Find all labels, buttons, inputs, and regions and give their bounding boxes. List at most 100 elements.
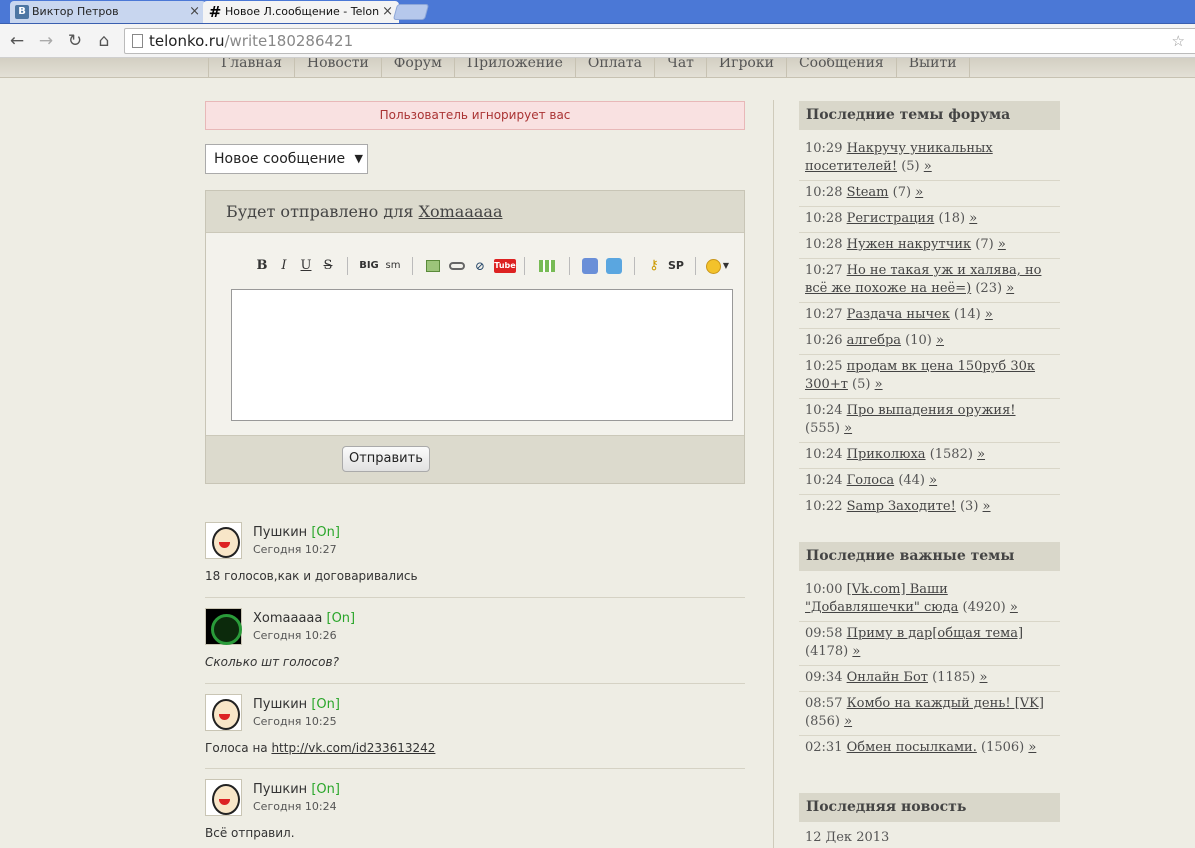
bookmark-star-icon[interactable]: ☆ (1172, 29, 1185, 53)
forward-arrow-icon[interactable]: → (35, 30, 57, 52)
smiley-icon[interactable] (706, 258, 721, 274)
message-author: Пушкин [On] (253, 525, 340, 540)
topic-link[interactable]: Раздача нычек (847, 307, 950, 322)
spoiler-icon[interactable]: SP (665, 257, 687, 275)
message-time: Сегодня 10:24 (253, 800, 337, 813)
last-post-link[interactable]: » (1010, 600, 1018, 615)
nav-item[interactable]: Новости (293, 58, 381, 77)
last-post-link[interactable]: » (936, 333, 944, 348)
last-post-link[interactable]: » (844, 714, 852, 729)
avatar[interactable] (205, 779, 242, 816)
ignore-alert: Пользователь игнорирует вас (205, 101, 745, 130)
message-textarea[interactable] (231, 289, 733, 421)
last-post-link[interactable]: » (998, 237, 1006, 252)
nav-item[interactable]: Оплата (574, 58, 654, 77)
home-icon[interactable]: ⌂ (93, 30, 115, 52)
last-post-link[interactable]: » (977, 447, 985, 462)
last-post-link[interactable]: » (915, 185, 923, 200)
important-topics-list: 10:00 [Vk.com] Ваши "Добавляшечки" сюда … (799, 578, 1060, 761)
author-name[interactable]: Пушкин (253, 525, 307, 540)
key-icon[interactable]: ⚷ (643, 257, 665, 275)
tab-close-icon[interactable]: × (189, 1, 200, 23)
topic-time: 10:22 (805, 499, 843, 514)
nav-item[interactable]: Главная (208, 58, 294, 77)
nav-item[interactable]: Сообщения (785, 58, 896, 77)
news-heading: Последняя новость (799, 793, 1060, 822)
italic-icon[interactable]: I (273, 257, 295, 275)
small-text-icon[interactable]: sm (382, 257, 404, 275)
topic-time: 10:24 (805, 403, 843, 418)
flash-icon[interactable]: ⊘ (469, 257, 491, 275)
image-icon[interactable] (426, 260, 440, 272)
topic-time: 10:28 (805, 211, 843, 226)
chevron-down-icon[interactable]: ▼ (721, 257, 731, 275)
news-date: 12 Дек 2013 (805, 830, 890, 845)
nav-item[interactable]: Игроки (705, 58, 786, 77)
topic-link[interactable]: Про выпадения оружия! (847, 403, 1016, 418)
last-post-link[interactable]: » (1028, 740, 1036, 755)
topic-link[interactable]: Нужен накрутчик (847, 237, 972, 252)
last-post-link[interactable]: » (875, 377, 883, 392)
avatar[interactable] (205, 608, 242, 645)
nav-item[interactable]: Приложение (453, 58, 575, 77)
topic-time: 10:29 (805, 141, 843, 156)
avatar[interactable] (205, 694, 242, 731)
topic-link[interactable]: Приму в дар[общая тема] (847, 626, 1023, 641)
message-list: Пушкин [On] Сегодня 10:27 18 голосов,как… (205, 522, 745, 848)
topic-link[interactable]: Регистрация (847, 211, 935, 226)
url-path: /write180286421 (224, 32, 354, 50)
topic-link[interactable]: Steam (847, 185, 889, 200)
topic-link[interactable]: Голоса (847, 473, 895, 488)
bold-icon[interactable]: B (251, 257, 273, 275)
topic-link[interactable]: Онлайн Бот (847, 670, 928, 685)
user-quote-icon[interactable] (582, 258, 598, 274)
browser-tab-message[interactable]: # Новое Л.сообщение - Telon × (203, 1, 399, 23)
topic-link[interactable]: Комбо на каждый день! [VK] (847, 696, 1044, 711)
last-post-link[interactable]: » (1006, 281, 1014, 296)
last-post-link[interactable]: » (980, 670, 988, 685)
last-post-link[interactable]: » (929, 473, 937, 488)
topic-link[interactable]: Приколюха (847, 447, 926, 462)
message-author: Пушкин [On] (253, 697, 340, 712)
browser-tab-strip: B Виктор Петров × # Новое Л.сообщение - … (0, 0, 1195, 24)
send-button[interactable]: Отправить (342, 446, 430, 472)
strikethrough-icon[interactable]: S (317, 257, 339, 275)
message-link[interactable]: http://vk.com/id233613242 (271, 741, 435, 755)
last-post-link[interactable]: » (969, 211, 977, 226)
topic-link[interactable]: Обмен посылками. (847, 740, 977, 755)
last-post-link[interactable]: » (844, 421, 852, 436)
youtube-icon[interactable]: Tube (494, 259, 516, 273)
big-text-icon[interactable]: BIG (356, 257, 382, 275)
tab-close-icon[interactable]: × (382, 1, 393, 23)
back-arrow-icon[interactable]: ← (6, 30, 28, 52)
topic-link[interactable]: Samp Заходите! (847, 499, 956, 514)
message-type-select[interactable]: Новое сообщение ▼ (205, 144, 368, 174)
link-icon[interactable] (449, 262, 465, 270)
editor-toolbar: B I U S BIG sm ⊘ Tube ⚷ SP ▼ (231, 249, 734, 283)
vk-icon: B (15, 5, 29, 19)
recipient-link[interactable]: Xomaaaaa (419, 202, 503, 221)
compose-heading: Будет отправлено для Xomaaaaa (206, 191, 744, 233)
code-icon[interactable] (606, 258, 622, 274)
nav-item[interactable]: Чат (654, 58, 706, 77)
last-post-link[interactable]: » (983, 499, 991, 514)
nav-item[interactable]: Выйти (895, 58, 970, 77)
new-tab-button[interactable] (392, 4, 430, 20)
last-post-link[interactable]: » (985, 307, 993, 322)
last-post-link[interactable]: » (852, 644, 860, 659)
reload-icon[interactable]: ↻ (64, 30, 86, 52)
color-grid-icon[interactable] (539, 260, 555, 272)
author-name[interactable]: Xomaaaaa (253, 611, 322, 626)
topic-time: 10:25 (805, 359, 843, 374)
browser-tab-vk[interactable]: B Виктор Петров × (10, 1, 206, 23)
topic-count: (1185) (932, 670, 976, 685)
nav-item[interactable]: Форум (380, 58, 454, 77)
address-bar[interactable]: telonko.ru/write180286421 ☆ (124, 28, 1195, 54)
avatar[interactable] (205, 522, 242, 559)
underline-icon[interactable]: U (295, 257, 317, 275)
last-post-link[interactable]: » (924, 159, 932, 174)
author-name[interactable]: Пушкин (253, 782, 307, 797)
author-name[interactable]: Пушкин (253, 697, 307, 712)
topic-link[interactable]: алгебра (847, 333, 901, 348)
online-status: [On] (311, 697, 340, 712)
